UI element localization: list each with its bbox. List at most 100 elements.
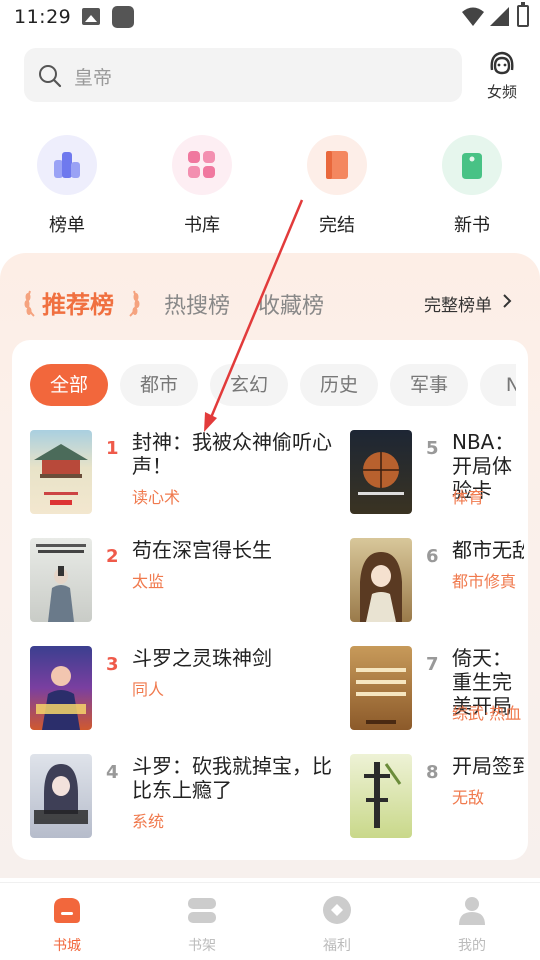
book-cover [30, 538, 92, 622]
signal-icon [490, 7, 509, 26]
quick-nav-label: 完结 [319, 215, 355, 236]
bookstore-icon [54, 898, 80, 923]
book-cover [30, 646, 92, 730]
nav-bookstore[interactable]: 书城 [27, 895, 107, 957]
nav-label: 我的 [458, 938, 486, 954]
bottom-nav: 书城 书架 福利 我的 [0, 882, 540, 960]
rank-number: 6 [426, 546, 439, 567]
app-notification-icon [112, 6, 134, 28]
rank-number: 7 [426, 654, 439, 675]
ranking-bars-icon [54, 152, 80, 178]
chip-history[interactable]: 历史 [300, 364, 378, 406]
book-item[interactable]: 2 苟在深宫得长生 太监 [30, 538, 272, 624]
book-tag: 无敌 [452, 788, 485, 807]
book-cover [30, 430, 92, 514]
book-tag: 同人 [132, 680, 165, 699]
quick-nav-library[interactable]: 书库 [152, 135, 252, 239]
quick-nav-label: 书库 [184, 215, 220, 236]
bookshelf-icon [188, 898, 216, 923]
heroine-illustration [360, 552, 402, 622]
female-face-icon [490, 51, 514, 75]
category-chips: 全部 都市 玄幻 历史 军事 N2 [30, 364, 516, 408]
tab-favorites[interactable]: 收藏榜 [258, 288, 324, 320]
book-item[interactable]: 4 斗罗：砍我就掉宝，比比东上瘾了 系统 [30, 754, 332, 840]
book-title: 苟在深宫得长生 [132, 538, 272, 562]
book-cover [350, 538, 412, 622]
book-tag: 太监 [132, 572, 165, 591]
search-placeholder: 皇帝 [74, 67, 113, 89]
female-channel-label: 女频 [486, 83, 517, 101]
chip-more[interactable]: N2 [480, 364, 516, 406]
nav-rewards[interactable]: 福利 [297, 895, 377, 957]
book-item[interactable]: 7 倚天：重生完美开局 综武·热血 [350, 646, 528, 732]
book-title: 斗罗之灵珠神剑 [132, 646, 272, 670]
warrior-illustration [36, 666, 86, 730]
library-grid-icon [188, 151, 215, 178]
search-icon [39, 65, 62, 88]
full-list-link[interactable]: 完整榜单 [424, 291, 492, 316]
book-tag: 都市修真 [452, 572, 517, 591]
palace-illustration [34, 444, 88, 505]
tab-recommended-label: 推荐榜 [42, 291, 114, 319]
chip-military[interactable]: 军事 [390, 364, 468, 406]
quick-nav: 榜单 书库 完结 新书 [0, 135, 540, 245]
library-icon-bg [172, 135, 232, 195]
nav-profile[interactable]: 我的 [432, 895, 512, 957]
image-notification-icon [82, 8, 100, 25]
book-cover [30, 754, 92, 838]
quick-nav-new-books[interactable]: 新书 [422, 135, 522, 239]
chevron-right-icon [503, 294, 512, 308]
rank-number: 5 [426, 438, 439, 459]
status-bar: 11:29 [0, 0, 540, 36]
chip-all[interactable]: 全部 [30, 364, 108, 406]
ranking-icon-bg [37, 135, 97, 195]
book-title: 封神：我被众神偷听心声！ [132, 430, 332, 478]
search-input[interactable]: 皇帝 [24, 48, 462, 102]
rewards-icon [323, 896, 351, 924]
nav-bookshelf[interactable]: 书架 [162, 895, 242, 957]
rank-number: 4 [106, 762, 119, 783]
quick-nav-label: 榜单 [49, 215, 85, 236]
tab-hot-search[interactable]: 热搜榜 [164, 288, 230, 320]
book-item[interactable]: 3 斗罗之灵珠神剑 同人 [30, 646, 272, 732]
book-item[interactable]: 8 开局签到 无敌 [350, 754, 528, 840]
nav-label: 福利 [323, 938, 351, 954]
chip-fantasy[interactable]: 玄幻 [210, 364, 288, 406]
rank-number: 1 [106, 438, 119, 459]
wifi-icon [462, 7, 484, 26]
new-tag-icon [462, 153, 482, 179]
chip-urban[interactable]: 都市 [120, 364, 198, 406]
book-tag: 体育 [452, 488, 485, 507]
book-item[interactable]: 1 封神：我被众神偷听心声！ 读心术 [30, 430, 332, 516]
rank-number: 2 [106, 546, 119, 567]
book-item[interactable]: 5 NBA：开局体验卡 体育 [350, 430, 528, 516]
laurel-right-icon [129, 290, 140, 317]
status-time: 11:29 [14, 6, 72, 28]
book-cover [350, 646, 412, 730]
quick-nav-label: 新书 [454, 215, 490, 236]
book-title: 开局签到 [452, 754, 524, 778]
wuxia-illustration [356, 668, 406, 724]
laurel-left-icon [24, 290, 35, 317]
basketball-illustration [358, 452, 404, 495]
book-tag: 系统 [132, 812, 165, 831]
completed-icon-bg [307, 135, 367, 195]
new-books-icon-bg [442, 135, 502, 195]
rank-number: 8 [426, 762, 439, 783]
book-cover [350, 754, 412, 838]
book-cover [350, 430, 412, 514]
girl-illustration [34, 764, 88, 824]
book-icon [326, 151, 348, 179]
book-title: 斗罗：砍我就掉宝，比比东上瘾了 [132, 754, 332, 802]
nav-label: 书架 [188, 938, 216, 954]
book-tag: 综武·热血 [452, 704, 522, 723]
battery-icon [517, 2, 529, 27]
swordsman-illustration [36, 544, 86, 622]
calligraphy-illustration [364, 762, 402, 828]
quick-nav-completed[interactable]: 完结 [287, 135, 387, 239]
female-channel-button[interactable]: 女频 [480, 48, 524, 104]
ranking-card: 全部 都市 玄幻 历史 军事 N2 1 封神：我被众神偷听心声！ 读心术 [12, 340, 528, 860]
book-item[interactable]: 6 都市无敌 都市修真 [350, 538, 528, 624]
rank-number: 3 [106, 654, 119, 675]
quick-nav-ranking[interactable]: 榜单 [17, 135, 117, 239]
